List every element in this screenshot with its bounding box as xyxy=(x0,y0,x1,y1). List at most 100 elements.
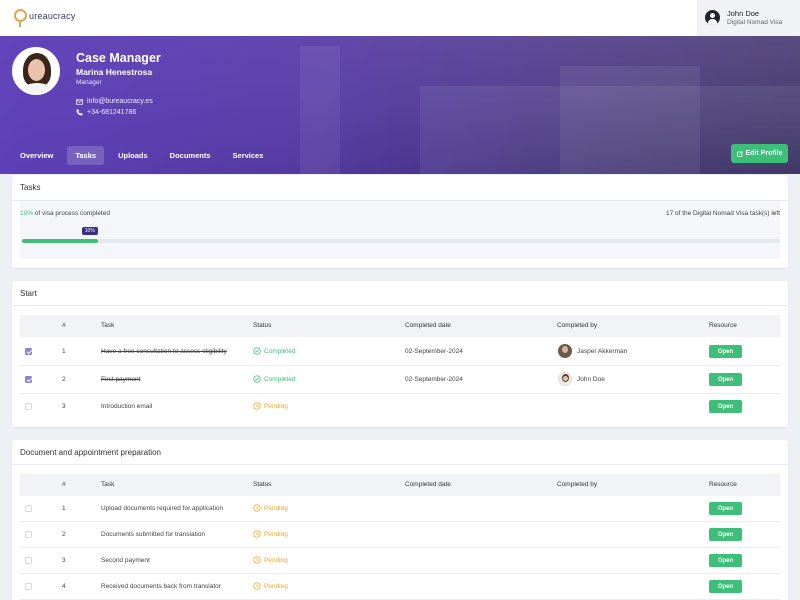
user-name: John Doe xyxy=(727,9,760,18)
progress-summary: 10% of visa process completed xyxy=(20,210,110,217)
col-resource: Resource xyxy=(709,322,737,329)
task-checkbox[interactable] xyxy=(25,505,32,512)
task-checkbox[interactable] xyxy=(25,583,32,590)
open-resource-button[interactable]: Open xyxy=(709,554,742,567)
task-status: Pending xyxy=(253,582,288,590)
task-name: Documents submitted for translation xyxy=(101,531,206,538)
task-name: Received documents back from translator xyxy=(101,583,221,590)
task-number: 3 xyxy=(62,557,66,564)
table-header: # Task Status Completed date Completed b… xyxy=(20,315,780,337)
progress-label: of visa process completed xyxy=(33,210,110,217)
tab-documents[interactable]: Documents xyxy=(162,146,219,165)
col-num: # xyxy=(62,481,66,488)
top-bar: ureaucracy John Doe Digital Nomad Visa xyxy=(0,0,800,36)
tab-tasks[interactable]: Tasks xyxy=(67,146,105,165)
task-checkbox[interactable] xyxy=(25,376,32,383)
user-visa-type: Digital Nomad Visa xyxy=(727,19,783,26)
profile-role: Manager xyxy=(76,79,102,86)
profile-email: info@bureaucracy.es xyxy=(87,98,153,105)
task-completed-date: 02-September-2024 xyxy=(405,376,463,383)
table-row: 1 Upload documents required for applicat… xyxy=(20,496,780,522)
col-completed-date: Completed date xyxy=(405,481,451,488)
col-status: Status xyxy=(253,481,272,488)
open-resource-button[interactable]: Open xyxy=(709,373,742,386)
col-task: Task xyxy=(101,481,115,488)
tab-uploads[interactable]: Uploads xyxy=(110,146,156,165)
case-manager-avatar xyxy=(12,47,60,95)
table-row: 2 First payment Completed 02-September-2… xyxy=(20,366,780,394)
task-checkbox[interactable] xyxy=(25,403,32,410)
user-menu[interactable]: John Doe Digital Nomad Visa xyxy=(697,0,800,36)
task-number: 2 xyxy=(62,531,66,538)
mail-icon xyxy=(76,98,83,105)
bureaucracy-logo[interactable]: ureaucracy xyxy=(14,9,76,27)
progress-fill xyxy=(22,239,98,243)
task-number: 3 xyxy=(62,403,66,410)
task-status-text: Completed xyxy=(264,375,296,383)
task-status: Completed xyxy=(253,347,295,355)
hero-background-wall xyxy=(560,66,700,174)
table-row: 2 Documents submitted for translation Pe… xyxy=(20,522,780,548)
task-checkbox[interactable] xyxy=(25,557,32,564)
task-status: Pending xyxy=(253,402,288,410)
edit-profile-label: Edit Profile xyxy=(745,150,783,157)
table-row: 3 Second payment Pending Open xyxy=(20,548,780,574)
completed-by-avatar xyxy=(558,344,572,358)
profile-email-row[interactable]: info@bureaucracy.es xyxy=(76,98,153,105)
profile-phone-row[interactable]: +34-681241786 xyxy=(76,109,136,116)
task-checkbox[interactable] xyxy=(25,531,32,538)
divider xyxy=(12,305,788,306)
tasks-remaining: 17 of the Digital Nomad Visa task(s) lef… xyxy=(665,210,780,217)
task-status-text: Pending xyxy=(264,582,288,590)
document-section-card: Document and appointment preparation # T… xyxy=(12,440,788,600)
col-num: # xyxy=(62,322,66,329)
start-tasks-table: # Task Status Completed date Completed b… xyxy=(20,315,780,420)
col-resource: Resource xyxy=(709,481,737,488)
task-status: Pending xyxy=(253,556,288,564)
open-resource-button[interactable]: Open xyxy=(709,502,742,515)
task-number: 1 xyxy=(62,348,66,355)
clock-icon xyxy=(253,582,261,590)
task-status-text: Pending xyxy=(264,530,288,538)
tab-services[interactable]: Services xyxy=(225,146,272,165)
user-avatar-icon xyxy=(705,10,720,25)
task-status: Pending xyxy=(253,504,288,512)
task-status-text: Pending xyxy=(264,504,288,512)
task-number: 1 xyxy=(62,505,66,512)
col-completed-by: Completed by xyxy=(557,322,598,329)
task-number: 2 xyxy=(62,376,66,383)
col-task: Task xyxy=(101,322,115,329)
task-checkbox[interactable] xyxy=(25,348,32,355)
open-resource-button[interactable]: Open xyxy=(709,400,742,413)
col-status: Status xyxy=(253,322,272,329)
check-circle-icon xyxy=(253,347,261,355)
table-header: # Task Status Completed date Completed b… xyxy=(20,474,780,496)
task-name: First payment xyxy=(101,376,141,383)
completed-by-name: Jasper Akkerman xyxy=(577,348,628,355)
tab-overview[interactable]: Overview xyxy=(12,146,61,165)
start-section-card: Start # Task Status Completed date Compl… xyxy=(12,281,788,427)
task-name: Introduction email xyxy=(101,403,153,410)
task-status-text: Pending xyxy=(264,556,288,564)
progress-badge: 10% xyxy=(81,227,98,235)
progress-panel: 10% of visa process completed 17 of the … xyxy=(20,201,780,259)
start-section-title: Start xyxy=(20,289,37,298)
open-resource-button[interactable]: Open xyxy=(709,528,742,541)
phone-icon xyxy=(76,109,83,116)
logo-pin-icon xyxy=(14,9,27,27)
tasks-progress-card: Tasks 10% of visa process completed 17 o… xyxy=(12,175,788,268)
edit-profile-button[interactable]: Edit Profile xyxy=(731,144,788,163)
completed-by-avatar xyxy=(558,372,572,386)
profile-tabs: Overview Tasks Uploads Documents Service… xyxy=(12,146,277,165)
divider xyxy=(12,464,788,465)
logo-text: ureaucracy xyxy=(29,10,76,21)
col-completed-by: Completed by xyxy=(557,481,598,488)
profile-title: Case Manager xyxy=(76,51,161,65)
document-section-title: Document and appointment preparation xyxy=(20,448,161,457)
clock-icon xyxy=(253,530,261,538)
open-resource-button[interactable]: Open xyxy=(709,345,742,358)
hero-background-tower xyxy=(300,46,340,174)
open-resource-button[interactable]: Open xyxy=(709,580,742,593)
clock-icon xyxy=(253,402,261,410)
task-name: Upload documents required for applicatio… xyxy=(101,505,224,512)
